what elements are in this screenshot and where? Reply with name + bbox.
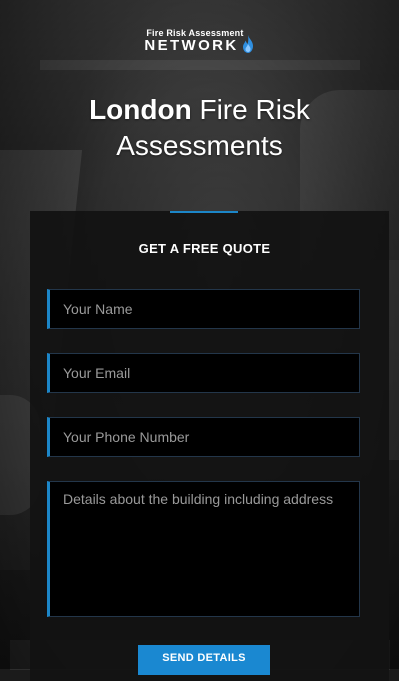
title-line1-rest: Fire Risk	[199, 94, 310, 125]
page-title: London Fire Risk Assessments	[0, 92, 399, 164]
send-details-button[interactable]: SEND DETAILS	[138, 645, 270, 675]
title-line2: Assessments	[116, 130, 283, 161]
form-title: GET A FREE QUOTE	[138, 241, 271, 256]
site-logo[interactable]: Fire Risk Assessment NETWORK	[0, 28, 399, 54]
email-input[interactable]	[47, 353, 360, 393]
phone-input[interactable]	[47, 417, 360, 457]
name-input[interactable]	[47, 289, 360, 329]
card-accent-bar	[170, 211, 238, 213]
logo-name: NETWORK	[144, 37, 239, 54]
flame-icon	[242, 35, 253, 53]
details-textarea[interactable]	[47, 481, 360, 617]
title-city: London	[89, 94, 192, 125]
logo-wordmark: NETWORK	[144, 35, 254, 54]
